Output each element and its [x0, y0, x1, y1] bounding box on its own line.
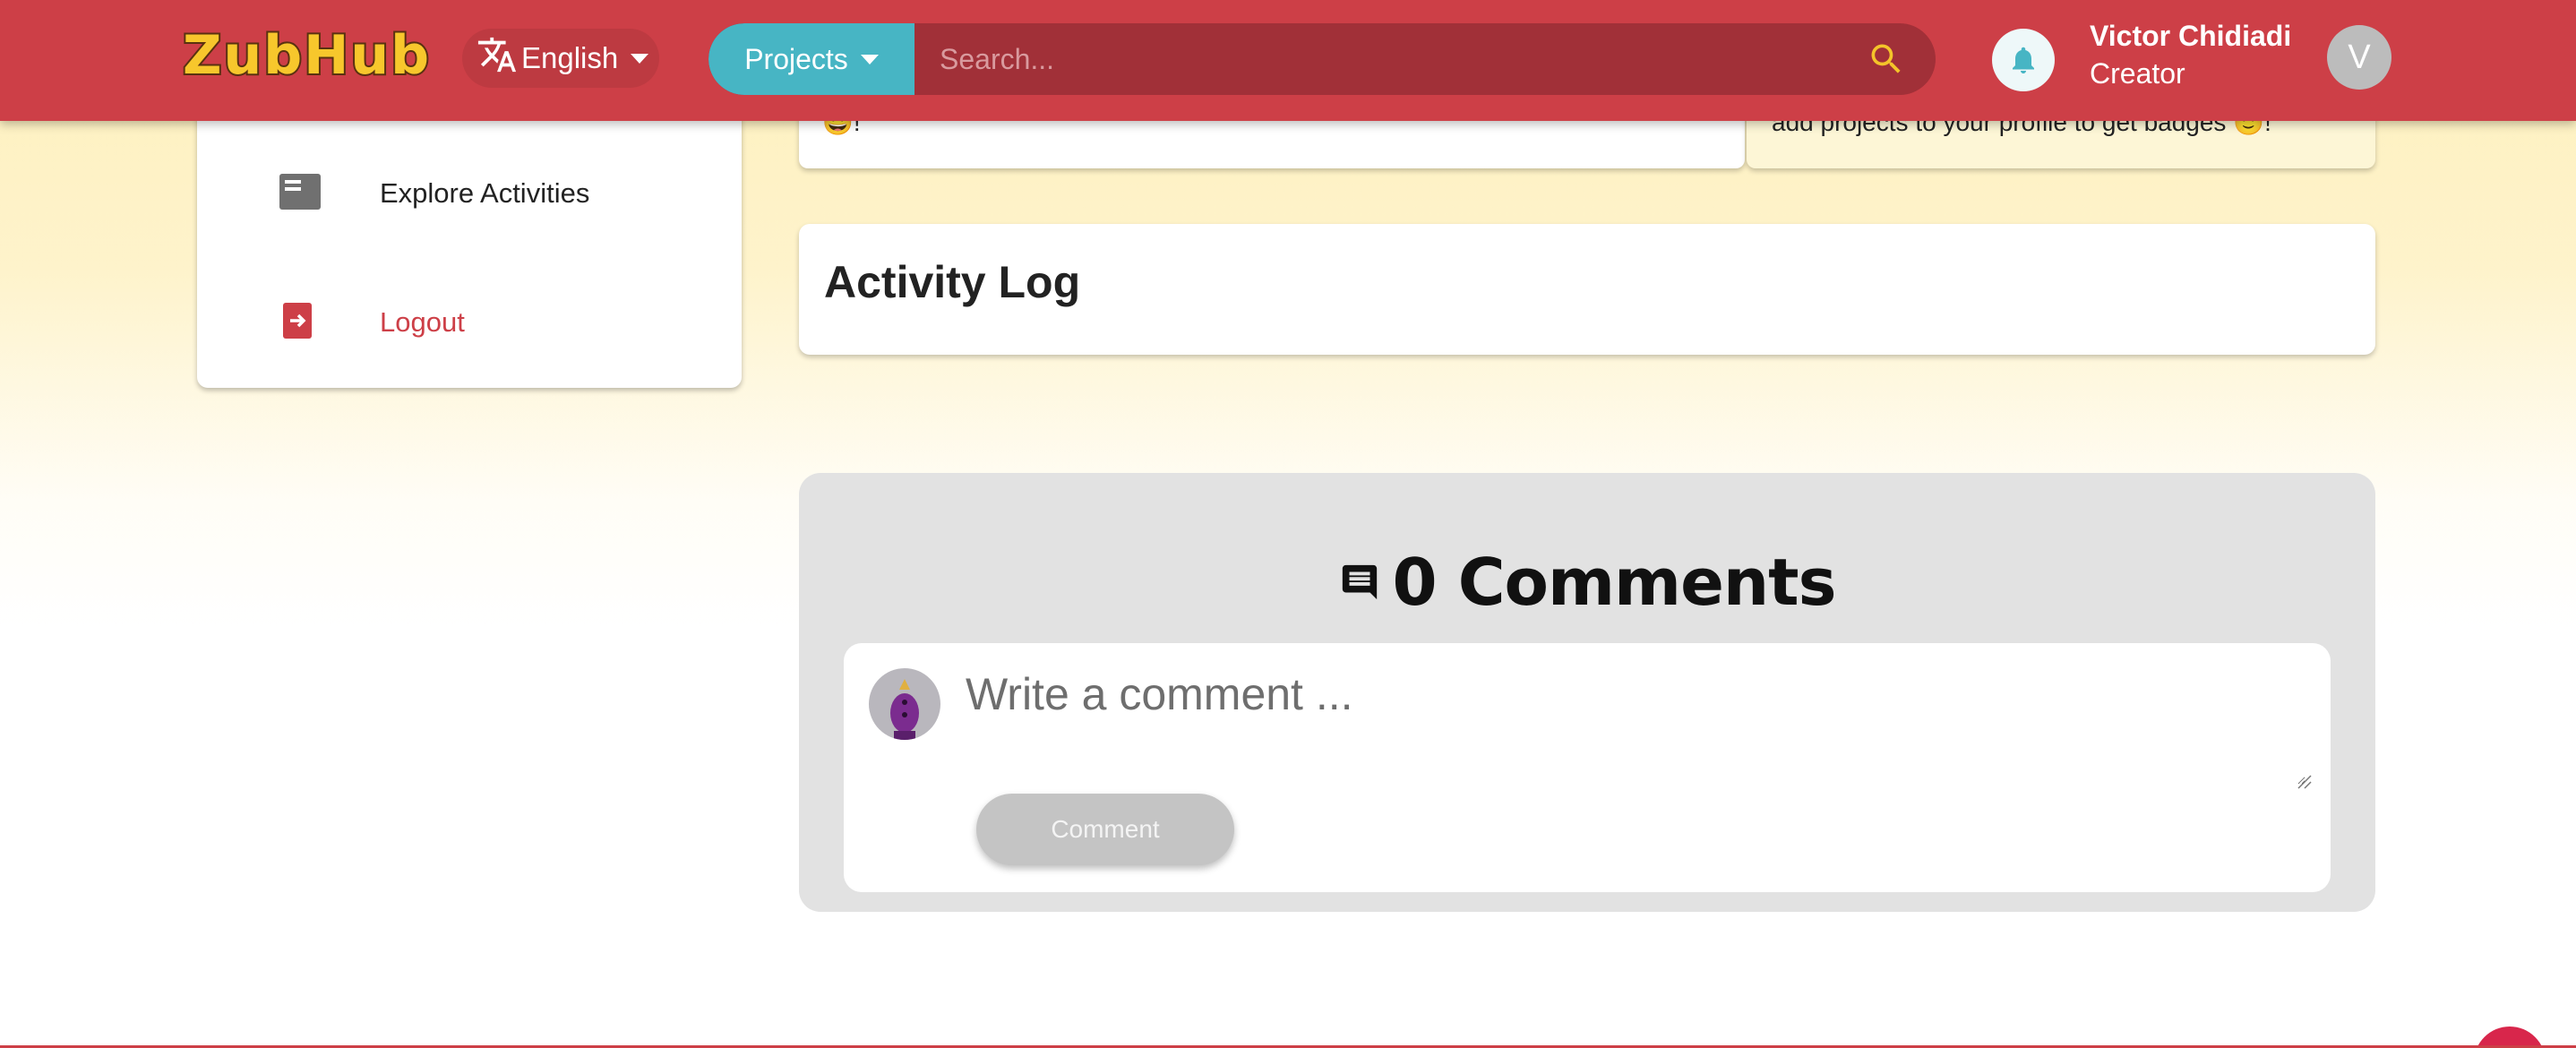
search-bar: Projects	[708, 23, 1936, 95]
search-category-label: Projects	[744, 42, 848, 75]
resize-handle-icon[interactable]	[2297, 774, 2313, 790]
top-navbar: ZubHub English Projects Victor Chidiadi …	[0, 0, 2576, 121]
sidebar-menu: Explore Activities Logout	[197, 90, 742, 388]
user-role: Creator	[2090, 57, 2185, 90]
comments-section: 0 Comments Comment	[799, 473, 2375, 912]
activities-icon	[279, 174, 321, 213]
sidebar-item-label: Explore Activities	[380, 177, 590, 209]
search-category-dropdown[interactable]: Projects	[708, 23, 914, 95]
translate-icon	[477, 34, 518, 83]
comments-count: 0 Comments	[1392, 545, 1837, 620]
zubhub-logo[interactable]: ZubHub	[179, 23, 430, 86]
comment-icon	[1342, 564, 1377, 600]
bell-icon	[2013, 47, 2034, 73]
user-name[interactable]: Victor Chidiadi	[2090, 20, 2291, 53]
sidebar-item-explore-activities[interactable]: Explore Activities	[197, 149, 742, 238]
comment-submit-button[interactable]: Comment	[976, 794, 1234, 865]
logout-icon	[279, 303, 315, 342]
search-button[interactable]	[1837, 23, 1936, 95]
chevron-down-icon	[631, 53, 649, 64]
language-selector[interactable]: English	[462, 29, 659, 88]
comments-heading: 0 Comments	[799, 545, 2375, 620]
activity-log-card: Activity Log	[799, 224, 2375, 355]
search-icon	[1871, 44, 1901, 73]
activity-log-title: Activity Log	[824, 257, 1081, 307]
notifications-button[interactable]	[1992, 29, 2055, 91]
sidebar-item-label: Logout	[380, 306, 465, 338]
comment-form: Comment	[844, 643, 2331, 892]
logo-text: ZubHub	[183, 24, 430, 86]
chevron-down-icon	[860, 54, 879, 64]
comment-input[interactable]	[966, 668, 2306, 785]
search-input[interactable]	[914, 23, 1837, 95]
language-label: English	[521, 41, 619, 74]
sidebar-item-logout[interactable]: Logout	[197, 278, 742, 367]
user-avatar[interactable]: V	[2327, 25, 2391, 90]
commenter-avatar	[869, 668, 940, 740]
